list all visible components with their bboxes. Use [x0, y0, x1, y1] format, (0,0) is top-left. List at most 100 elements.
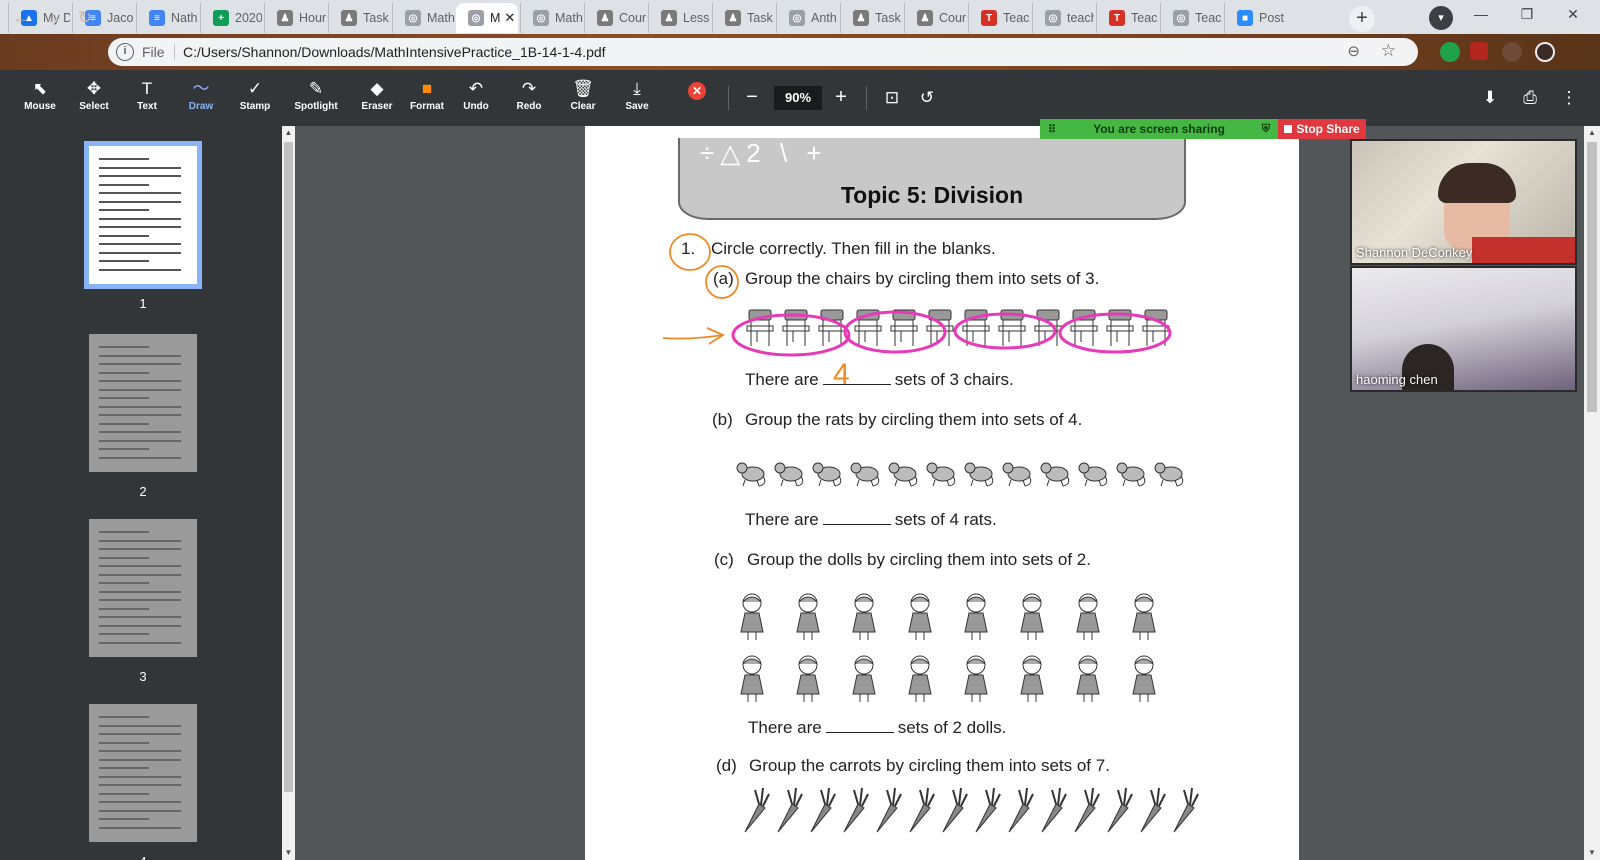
page-thumbnail-4[interactable]: [89, 704, 197, 842]
thumbnail-line: [99, 724, 181, 727]
tab-15[interactable]: ♟ Cour: [904, 3, 966, 33]
tool-save[interactable]: ⤓ Save: [610, 78, 664, 122]
site-info-icon[interactable]: i: [116, 43, 134, 61]
zoom-icon: ■: [1237, 10, 1253, 26]
page-thumbnail-3[interactable]: [89, 519, 197, 657]
extension-puzzle-icon[interactable]: [1502, 42, 1522, 62]
fit-page-icon[interactable]: ⊡: [880, 86, 904, 110]
tool-format[interactable]: ■ Format: [400, 78, 454, 122]
thumbnail-line: [99, 616, 181, 618]
globe-icon: ◎: [1045, 10, 1061, 26]
circle-annotation-1: [669, 233, 711, 271]
google-sheets-icon: +: [213, 10, 229, 26]
profile-avatar[interactable]: [1535, 42, 1555, 62]
tool-spotlight[interactable]: ✎ Spotlight: [289, 78, 343, 122]
zoom-icon[interactable]: ⊖: [1347, 42, 1360, 60]
new-tab-button[interactable]: +: [1349, 6, 1375, 32]
thumbnail-line: [99, 431, 181, 433]
thumbnail-line: [99, 209, 149, 211]
tab-14[interactable]: ♟ Task: [840, 3, 902, 33]
reload-button[interactable]: ↻: [74, 8, 96, 30]
tab-8[interactable]: ◎ M ✕: [456, 3, 518, 33]
circle-group-3: [953, 312, 1057, 350]
tool-text[interactable]: T Text: [120, 78, 174, 122]
back-button[interactable]: ←: [10, 8, 32, 30]
scrollbar-thumb[interactable]: [1587, 142, 1597, 412]
drag-handle-icon[interactable]: ⠿: [1048, 123, 1056, 136]
thumbnail-sidebar: 1 2 3 4: [0, 126, 282, 860]
task-icon: ♟: [661, 10, 677, 26]
tool-draw[interactable]: 〜 Draw: [174, 78, 228, 122]
tab-17[interactable]: ◎ teach: [1032, 3, 1094, 33]
tab-13[interactable]: ◎ Anth: [776, 3, 838, 33]
address-bar[interactable]: i File C:/Users/Shannon/Downloads/MathIn…: [108, 38, 1418, 66]
download-icon[interactable]: ⬇: [1478, 86, 1502, 110]
restore-button[interactable]: ❐: [1504, 0, 1550, 30]
thumbnail-line: [99, 539, 181, 542]
stop-share-button[interactable]: Stop Share: [1278, 119, 1366, 139]
tab-label: Post: [1259, 11, 1285, 25]
tab-20[interactable]: ■ Post: [1224, 3, 1286, 33]
thumbnail-line: [99, 758, 181, 761]
zoom-level-field[interactable]: 90%: [774, 86, 822, 110]
thumbnail-line: [99, 633, 149, 635]
tab-18[interactable]: T Teacl: [1096, 3, 1158, 33]
ublock-icon[interactable]: [1470, 42, 1488, 60]
tab-19[interactable]: ◎ Teacl: [1160, 3, 1222, 33]
tab-search-button[interactable]: ▾: [1429, 6, 1453, 30]
page-scrollbar[interactable]: ▲ ▼: [1584, 126, 1600, 860]
tab-3[interactable]: ≡ Nath: [136, 3, 198, 33]
tool-stamp[interactable]: ✓ Stamp: [228, 78, 282, 122]
tab-4[interactable]: +2020: [200, 3, 262, 33]
thumbnail-line: [99, 741, 149, 744]
sidebar-scrollbar[interactable]: ▲ ▼: [282, 126, 295, 860]
participant-video-2[interactable]: haoming chen: [1350, 266, 1577, 392]
tool-label: Mouse: [24, 101, 56, 112]
print-icon[interactable]: ⎙: [1518, 86, 1542, 110]
close-annotation-icon[interactable]: ✕: [688, 82, 706, 100]
tab-12[interactable]: ♟ Task: [712, 3, 774, 33]
tab-10[interactable]: ♟ Cour: [584, 3, 646, 33]
tab-16[interactable]: T Teacl: [968, 3, 1030, 33]
thumbnail-page-number: 2: [139, 484, 147, 499]
scroll-down-arrow[interactable]: ▼: [282, 846, 295, 860]
scroll-up-arrow[interactable]: ▲: [1584, 126, 1600, 140]
tool-select[interactable]: ✥ Select: [67, 78, 121, 122]
tab-label: Lesso: [683, 11, 710, 25]
rotate-icon[interactable]: ↺: [915, 86, 939, 110]
tab-9[interactable]: ◎ Math: [520, 3, 582, 33]
scroll-down-arrow[interactable]: ▼: [1584, 846, 1600, 860]
teachers-icon: T: [1109, 10, 1125, 26]
page-thumbnail-1[interactable]: [84, 141, 202, 289]
scrollbar-thumb[interactable]: [284, 142, 293, 792]
forward-button[interactable]: →: [42, 8, 64, 30]
page-thumbnail-2[interactable]: [89, 334, 197, 472]
window-close-button[interactable]: ✕: [1550, 0, 1596, 30]
zoom-in-button[interactable]: +: [829, 86, 853, 110]
tool-undo[interactable]: ↶ Undo: [449, 78, 503, 122]
tool-mouse[interactable]: ⬉ Mouse: [13, 78, 67, 122]
bookmark-star-icon[interactable]: ☆: [1381, 41, 1396, 61]
tab-11[interactable]: ♟ Lesso: [648, 3, 710, 33]
more-options-icon[interactable]: ⋮: [1557, 86, 1581, 110]
zoom-out-button[interactable]: −: [740, 86, 764, 110]
tab-label: Math: [427, 11, 454, 25]
google-docs-icon: ≡: [149, 10, 165, 26]
thumbnail-line: [99, 733, 181, 735]
tab-6[interactable]: ♟ Task: [328, 3, 390, 33]
tool-eraser[interactable]: ◆ Eraser: [350, 78, 404, 122]
tab-5[interactable]: ♟ Hour: [264, 3, 326, 33]
tab-close-icon[interactable]: ✕: [504, 10, 515, 26]
scroll-up-arrow[interactable]: ▲: [282, 126, 295, 140]
tab-label: Hour: [299, 11, 326, 25]
tab-7[interactable]: ◎ Math: [392, 3, 454, 33]
participant-video-1[interactable]: Shannon DeConkey: [1350, 139, 1577, 265]
tool-clear[interactable]: 🗑 Clear: [556, 78, 610, 122]
tool-redo[interactable]: ↷ Redo: [502, 78, 556, 122]
minimize-button[interactable]: —: [1458, 0, 1504, 30]
globe-icon: ◎: [405, 10, 421, 26]
extension-green-icon[interactable]: [1440, 42, 1460, 62]
tool-label: Redo: [516, 101, 542, 112]
sharing-text: You are screen sharing: [1093, 122, 1225, 136]
url-text[interactable]: C:/Users/Shannon/Downloads/MathIntensive…: [183, 44, 606, 60]
